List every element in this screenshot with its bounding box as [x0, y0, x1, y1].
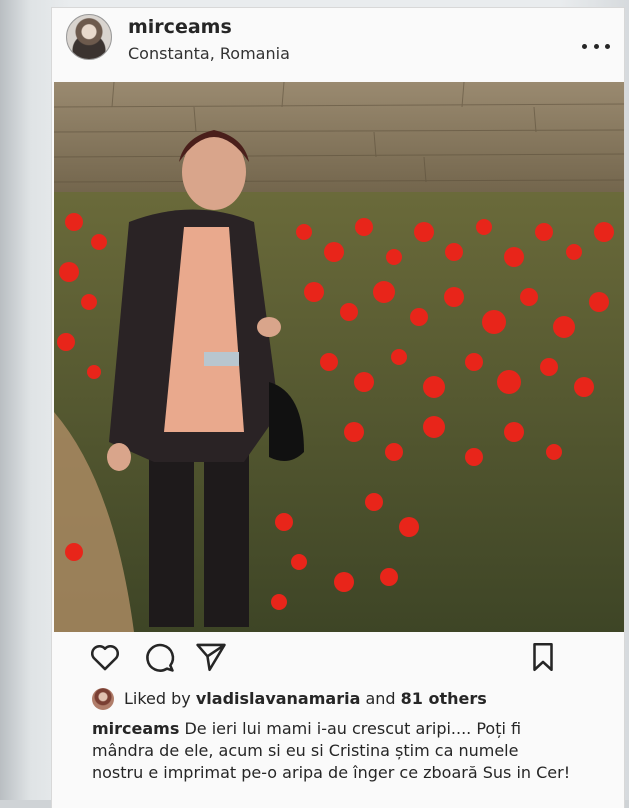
post-caption: mirceams De ieri lui mami i-au crescut a…	[92, 718, 572, 784]
post-actions	[52, 636, 624, 684]
caption-author[interactable]: mirceams	[92, 719, 179, 738]
likes-others-count[interactable]: 81 others	[401, 689, 487, 708]
comment-icon[interactable]	[142, 640, 176, 674]
heart-icon[interactable]	[88, 640, 122, 674]
instagram-post: mirceams Constanta, Romania Liked by vla…	[52, 8, 624, 808]
liker-avatar[interactable]	[92, 688, 114, 710]
likes-prefix: Liked by	[124, 689, 191, 708]
more-horizontal-icon[interactable]	[582, 42, 610, 50]
post-header: mirceams Constanta, Romania	[52, 8, 624, 80]
post-username[interactable]: mirceams	[128, 16, 232, 38]
likes-and: and	[365, 689, 396, 708]
post-location[interactable]: Constanta, Romania	[128, 44, 290, 63]
photo-illustration	[54, 82, 624, 632]
post-photo[interactable]	[54, 82, 624, 632]
send-icon[interactable]	[194, 640, 228, 674]
liker-username[interactable]: vladislavanamaria	[196, 689, 361, 708]
likes-text: Liked by vladislavanamaria and 81 others	[124, 689, 487, 708]
profile-avatar[interactable]	[66, 14, 112, 60]
bookmark-icon[interactable]	[526, 640, 560, 674]
